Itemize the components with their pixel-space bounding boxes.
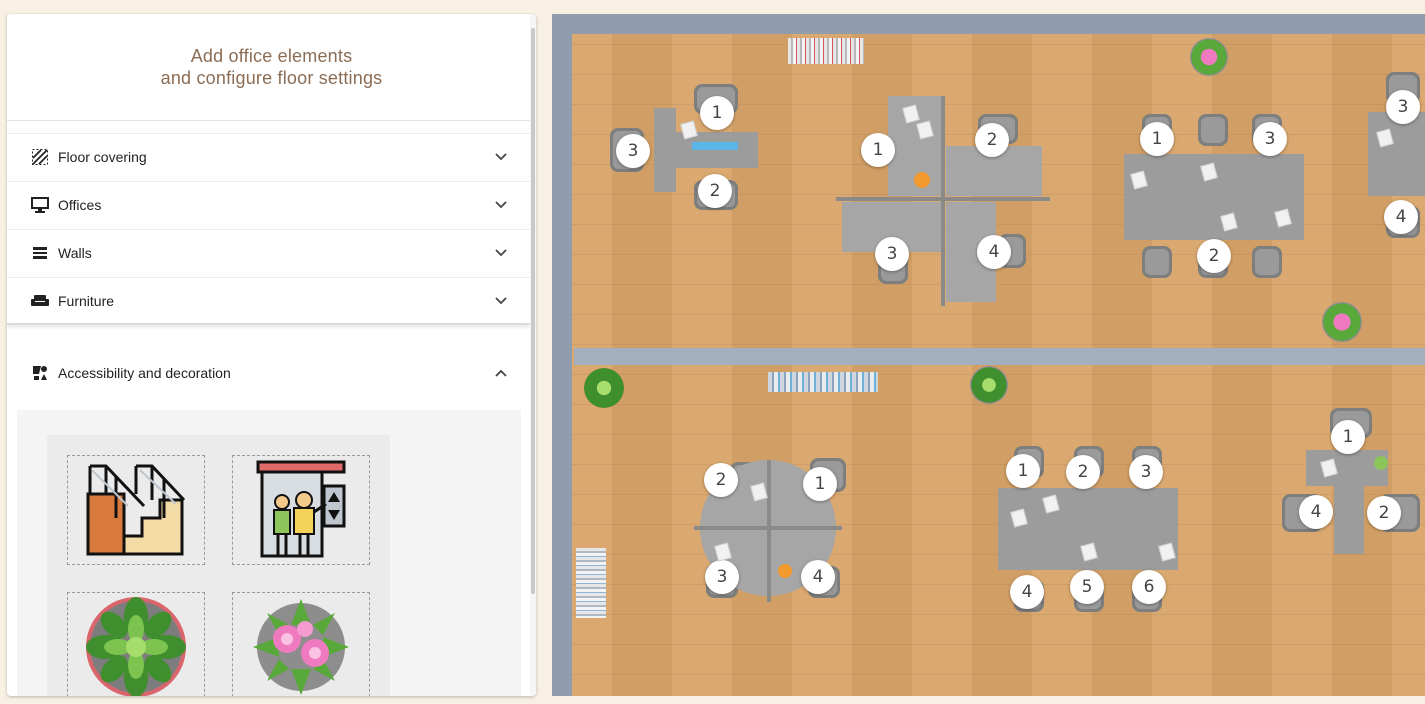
accordion-walls[interactable]: Walls bbox=[7, 229, 530, 276]
seat-badge[interactable]: 4 bbox=[1299, 495, 1333, 529]
sidebar-title-line2: and configure floor settings bbox=[160, 68, 383, 88]
chevron-down-icon bbox=[494, 246, 508, 260]
chair[interactable] bbox=[1198, 114, 1228, 146]
seat-badge[interactable]: 1 bbox=[700, 96, 734, 130]
desk-a-side[interactable] bbox=[654, 108, 676, 192]
stairs-item[interactable] bbox=[67, 455, 205, 565]
outer-wall-top[interactable] bbox=[552, 14, 1425, 34]
seat-badge[interactable]: 5 bbox=[1070, 570, 1104, 604]
orange-decor bbox=[914, 172, 930, 188]
green-plant-icon bbox=[86, 597, 186, 696]
monitor-icon bbox=[692, 142, 738, 150]
hatch-icon bbox=[31, 148, 49, 166]
elevator-icon bbox=[256, 460, 346, 558]
sidebar-panel: Add office elements and configure floor … bbox=[7, 14, 536, 696]
desk-g-side[interactable] bbox=[1334, 486, 1364, 554]
decoration-panel bbox=[17, 410, 521, 696]
accordion-label: Offices bbox=[58, 197, 102, 213]
stairs-icon bbox=[86, 464, 186, 556]
monitor-icon bbox=[31, 196, 49, 214]
seat-badge[interactable]: 2 bbox=[1066, 455, 1100, 489]
decoration-grid bbox=[47, 435, 390, 696]
accordion-offices[interactable]: Offices bbox=[7, 181, 530, 228]
seat-badge[interactable]: 3 bbox=[705, 560, 739, 594]
seat-badge[interactable]: 2 bbox=[1367, 496, 1401, 530]
plant-green-middle[interactable] bbox=[970, 366, 1008, 404]
accordion-label: Accessibility and decoration bbox=[58, 365, 231, 381]
elevator-item[interactable] bbox=[232, 455, 370, 565]
desk-d[interactable] bbox=[1368, 112, 1425, 196]
inner-wall-horizontal[interactable] bbox=[574, 348, 1425, 365]
bookshelf-left[interactable] bbox=[576, 548, 606, 618]
seat-badge[interactable]: 1 bbox=[861, 133, 895, 167]
chevron-up-icon bbox=[494, 366, 508, 380]
chevron-down-icon bbox=[494, 150, 508, 164]
accordion-divider bbox=[7, 323, 530, 325]
floor-plan-canvas[interactable]: 1 2 3 1 2 3 4 1 2 3 3 4 1 2 3 4 1 2 3 4 … bbox=[552, 14, 1425, 696]
chair[interactable] bbox=[1252, 246, 1282, 278]
seat-badge[interactable]: 4 bbox=[977, 235, 1011, 269]
green-plant-item[interactable] bbox=[67, 592, 205, 696]
seat-badge[interactable]: 1 bbox=[1331, 420, 1365, 454]
accordion-label: Furniture bbox=[58, 293, 115, 309]
partition-horizontal bbox=[836, 197, 1050, 201]
seat-badge[interactable]: 1 bbox=[803, 467, 837, 501]
accordion-label: Walls bbox=[58, 245, 92, 261]
sidebar-scrollbar-thumb[interactable] bbox=[531, 28, 535, 594]
orange-decor bbox=[778, 564, 792, 578]
partition-vertical bbox=[941, 96, 945, 306]
accordion-furniture[interactable]: Furniture bbox=[7, 277, 530, 324]
partition-vertical bbox=[767, 460, 771, 602]
seat-badge[interactable]: 1 bbox=[1140, 122, 1174, 156]
chevron-down-icon bbox=[494, 294, 508, 308]
chevron-down-icon bbox=[494, 198, 508, 212]
seat-badge[interactable]: 2 bbox=[975, 123, 1009, 157]
seat-badge[interactable]: 3 bbox=[616, 134, 650, 168]
seat-badge[interactable]: 4 bbox=[1384, 200, 1418, 234]
accessibility-icon bbox=[31, 364, 49, 382]
seat-badge[interactable]: 2 bbox=[698, 174, 732, 208]
seat-badge[interactable]: 4 bbox=[801, 560, 835, 594]
wall-icon bbox=[31, 244, 49, 262]
seat-badge[interactable]: 3 bbox=[1129, 455, 1163, 489]
seat-badge[interactable]: 3 bbox=[1253, 122, 1287, 156]
seat-badge[interactable]: 2 bbox=[1197, 239, 1231, 273]
pink-flower-plant-icon bbox=[253, 599, 349, 695]
plant-green-left[interactable] bbox=[584, 368, 624, 408]
accordion-label: Floor covering bbox=[58, 149, 147, 165]
chair[interactable] bbox=[1142, 246, 1172, 278]
bookshelf-top[interactable] bbox=[788, 38, 864, 64]
partition-horizontal bbox=[694, 526, 842, 530]
seat-badge[interactable]: 3 bbox=[1386, 90, 1420, 124]
sofa-icon bbox=[31, 292, 49, 310]
outer-wall-left[interactable] bbox=[552, 14, 572, 696]
bookshelf-middle[interactable] bbox=[768, 372, 878, 392]
seat-badge[interactable]: 3 bbox=[875, 237, 909, 271]
sidebar-header: Add office elements and configure floor … bbox=[7, 14, 536, 121]
accordion-accessibility-decoration[interactable]: Accessibility and decoration bbox=[7, 349, 530, 397]
green-decor bbox=[1374, 456, 1388, 470]
pink-flower-plant-item[interactable] bbox=[232, 592, 370, 696]
seat-badge[interactable]: 4 bbox=[1010, 575, 1044, 609]
accordion-floor-covering[interactable]: Floor covering bbox=[7, 133, 530, 180]
plant-pink-right[interactable] bbox=[1322, 302, 1362, 342]
sidebar-title-line1: Add office elements bbox=[190, 46, 353, 66]
seat-badge[interactable]: 1 bbox=[1006, 454, 1040, 488]
sidebar-scrollbar[interactable] bbox=[530, 14, 536, 696]
seat-badge[interactable]: 6 bbox=[1132, 570, 1166, 604]
plant-pink-top[interactable] bbox=[1190, 38, 1228, 76]
seat-badge[interactable]: 2 bbox=[704, 463, 738, 497]
